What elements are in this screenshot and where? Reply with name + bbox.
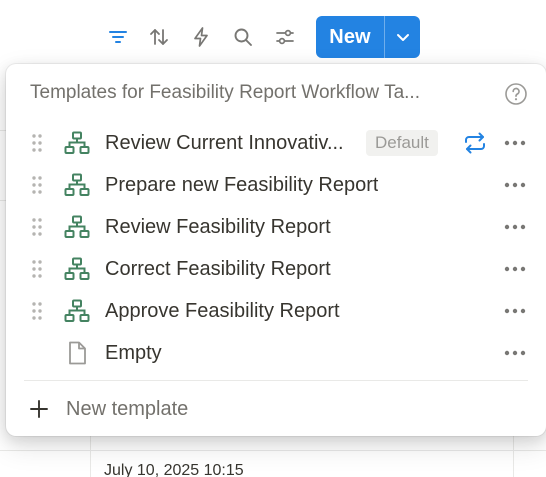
new-dropdown-button[interactable] [385, 16, 420, 58]
sitemap-icon [64, 131, 90, 154]
popup-title: Templates for Feasibility Report Workflo… [30, 82, 420, 103]
template-item[interactable]: Prepare new Feasibility Report [6, 164, 546, 206]
template-label: Prepare new Feasibility Report [105, 174, 379, 196]
sitemap-icon [64, 257, 90, 280]
more-icon[interactable] [502, 299, 528, 323]
drag-handle-icon[interactable] [30, 133, 44, 153]
bg-date-cell[interactable]: July 10, 2025 10:15 [104, 462, 244, 477]
template-item[interactable]: Correct Feasibility Report [6, 248, 546, 290]
template-label: Correct Feasibility Report [105, 258, 331, 280]
search-icon[interactable] [230, 24, 256, 50]
more-icon[interactable] [502, 341, 528, 365]
template-label: Empty [105, 342, 162, 364]
new-template-button[interactable]: New template [6, 390, 546, 430]
automation-icon[interactable] [188, 24, 214, 50]
chevron-down-icon [396, 34, 409, 41]
template-label: Approve Feasibility Report [105, 300, 340, 322]
help-icon[interactable] [504, 82, 528, 106]
drag-handle-icon[interactable] [30, 217, 44, 237]
view-toolbar: New [0, 16, 546, 58]
drag-handle-icon[interactable] [30, 175, 44, 195]
more-icon[interactable] [502, 173, 528, 197]
default-badge: Default [366, 130, 438, 156]
sort-icon[interactable] [146, 24, 172, 50]
more-icon[interactable] [502, 215, 528, 239]
template-item-empty[interactable]: Empty [6, 332, 546, 374]
page-icon [69, 341, 86, 365]
stage: July 10, 2025 10:15 New Templates for Fe… [0, 0, 546, 477]
new-template-label: New template [66, 398, 189, 420]
plus-icon [30, 400, 48, 418]
more-icon[interactable] [502, 131, 528, 155]
divider [24, 380, 528, 381]
new-button-group: New [316, 16, 420, 58]
repeat-icon[interactable] [462, 131, 488, 155]
new-button[interactable]: New [316, 16, 384, 58]
template-item[interactable]: Approve Feasibility Report [6, 290, 546, 332]
sitemap-icon [64, 299, 90, 322]
more-icon[interactable] [502, 257, 528, 281]
template-label: Review Feasibility Report [105, 216, 331, 238]
template-item[interactable]: Review Current Innovativ... Default [6, 122, 546, 164]
drag-handle-icon[interactable] [30, 259, 44, 279]
template-label: Review Current Innovativ... [105, 132, 344, 154]
filter-icon[interactable] [105, 24, 131, 50]
sitemap-icon [64, 173, 90, 196]
templates-popup: Templates for Feasibility Report Workflo… [6, 64, 546, 436]
bg-row-line [0, 450, 546, 451]
drag-handle-icon[interactable] [30, 301, 44, 321]
sitemap-icon [64, 215, 90, 238]
settings-icon[interactable] [272, 24, 298, 50]
template-item[interactable]: Review Feasibility Report [6, 206, 546, 248]
